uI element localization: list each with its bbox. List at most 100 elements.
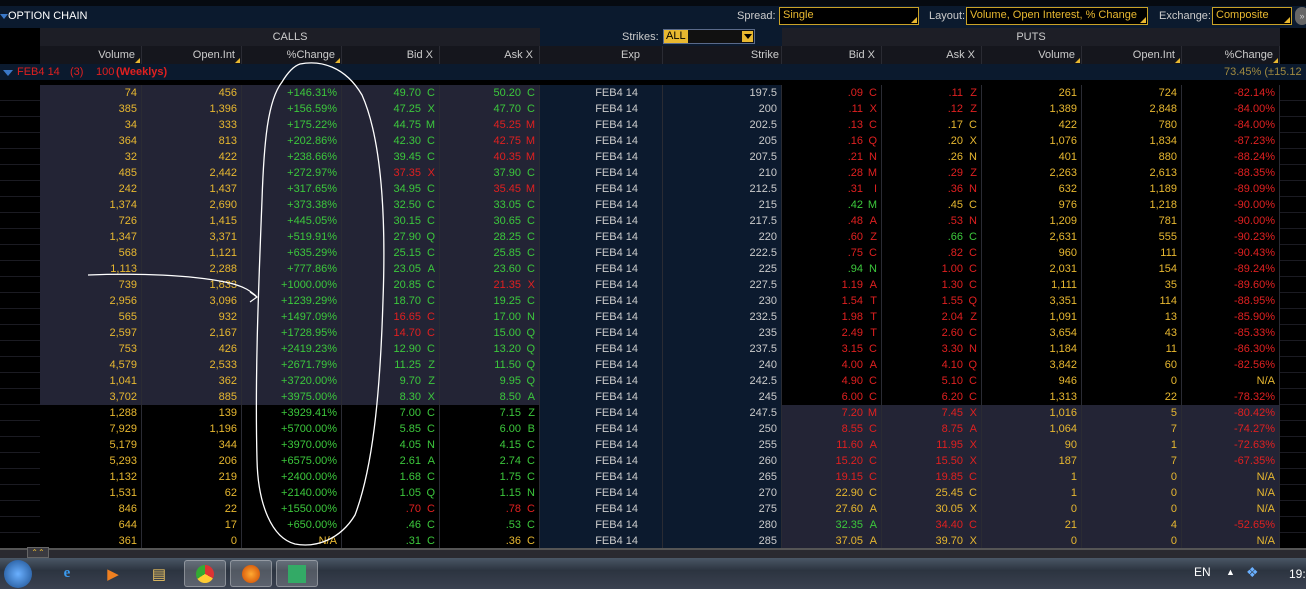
call-change-cell[interactable]: +156.59% [242,101,342,117]
chrome-icon[interactable] [184,560,226,587]
strike-cell[interactable]: 255 [663,437,782,453]
put-change-cell[interactable]: -89.09% [1182,181,1280,197]
put-change-cell[interactable]: -89.24% [1182,261,1280,277]
put-change-cell[interactable]: -52.65% [1182,517,1280,533]
expiry-cell[interactable]: FEB4 14 [540,373,663,389]
call-open-int-cell[interactable]: 362 [142,373,242,389]
call-open-int-cell[interactable]: 62 [142,485,242,501]
call-volume-cell[interactable]: 1,041 [40,373,142,389]
call-change-cell[interactable]: +445.05% [242,213,342,229]
call-open-int-cell[interactable]: 2,167 [142,325,242,341]
strike-cell[interactable]: 247.5 [663,405,782,421]
call-change-cell[interactable]: +175.22% [242,117,342,133]
call-volume-cell[interactable]: 2,956 [40,293,142,309]
expiry-cell[interactable]: FEB4 14 [540,85,663,101]
put-open-int-cell[interactable]: 13 [1082,309,1182,325]
call-ask-cell[interactable]: 1.75 C [440,469,540,485]
strike-cell[interactable]: 250 [663,421,782,437]
put-ask-cell[interactable]: .20 X [882,133,982,149]
call-open-int-cell[interactable]: 2,533 [142,357,242,373]
call-open-int-cell[interactable]: 1,437 [142,181,242,197]
call-volume-cell[interactable]: 3,702 [40,389,142,405]
put-change-cell[interactable]: -85.90% [1182,309,1280,325]
call-bid-cell[interactable]: 37.35 X [342,165,440,181]
put-volume-cell[interactable]: 1,209 [982,213,1082,229]
table-row[interactable]: 644 17 +650.00% .46 C .53 C FEB4 14 280 32.35 A 34.… [0,517,1306,533]
call-change-cell[interactable]: +1497.09% [242,309,342,325]
put-volume-cell[interactable]: 21 [982,517,1082,533]
put-open-int-cell[interactable]: 11 [1082,341,1182,357]
call-ask-cell[interactable]: .53 C [440,517,540,533]
put-bid-cell[interactable]: 1.98 T [782,309,882,325]
internet-explorer-icon[interactable]: e [46,560,88,587]
call-change-cell[interactable]: +2140.00% [242,485,342,501]
call-bid-cell[interactable]: 23.05 A [342,261,440,277]
call-ask-cell[interactable]: 50.20 C [440,85,540,101]
put-volume-cell[interactable]: 1,184 [982,341,1082,357]
call-bid-cell[interactable]: 9.70 Z [342,373,440,389]
put-change-cell[interactable]: -80.42% [1182,405,1280,421]
table-row[interactable]: 5,179 344 +3970.00% 4.05 N 4.15 C FEB4 14 255 11.… [0,437,1306,453]
expiry-group-row[interactable]: FEB4 14 (3) 100 (Weeklys) 73.45% (±15.12 [0,64,1306,80]
call-ask-cell[interactable]: 19.25 C [440,293,540,309]
call-volume-cell[interactable]: 364 [40,133,142,149]
call-bid-cell[interactable]: 49.70 C [342,85,440,101]
call-change-cell[interactable]: +3720.00% [242,373,342,389]
put-volume-cell[interactable]: 1,064 [982,421,1082,437]
put-open-int-cell[interactable]: 781 [1082,213,1182,229]
put-change-cell[interactable]: -72.63% [1182,437,1280,453]
put-change-cell[interactable]: N/A [1182,501,1280,517]
put-ask-cell[interactable]: .26 N [882,149,982,165]
call-volume-cell[interactable]: 568 [40,245,142,261]
call-change-cell[interactable]: +2400.00% [242,469,342,485]
put-open-int-cell[interactable]: 1,834 [1082,133,1182,149]
layout-dropdown[interactable]: Volume, Open Interest, % Change [966,7,1148,25]
table-row[interactable]: 3,702 885 +3975.00% 8.30 X 8.50 A FEB4 14 245 6.0… [0,389,1306,405]
strike-cell[interactable]: 230 [663,293,782,309]
call-bid-cell[interactable]: 8.30 X [342,389,440,405]
call-change-cell[interactable]: +2419.23% [242,341,342,357]
table-row[interactable]: 568 1,121 +635.29% 25.15 C 25.85 C FEB4 14 222.5… [0,245,1306,261]
table-row[interactable]: 242 1,437 +317.65% 34.95 C 35.45 M FEB4 14 212.5… [0,181,1306,197]
call-open-int-cell[interactable]: 932 [142,309,242,325]
expiry-cell[interactable]: FEB4 14 [540,101,663,117]
put-ask-cell[interactable]: 7.45 X [882,405,982,421]
col-exp[interactable]: Exp [540,46,663,64]
strike-cell[interactable]: 197.5 [663,85,782,101]
put-ask-cell[interactable]: 5.10 C [882,373,982,389]
call-open-int-cell[interactable]: 344 [142,437,242,453]
put-change-cell[interactable]: -90.00% [1182,213,1280,229]
expiry-cell[interactable]: FEB4 14 [540,277,663,293]
put-ask-cell[interactable]: 11.95 X [882,437,982,453]
put-ask-cell[interactable]: 19.85 C [882,469,982,485]
strike-cell[interactable]: 207.5 [663,149,782,165]
call-open-int-cell[interactable]: 1,196 [142,421,242,437]
put-volume-cell[interactable]: 3,654 [982,325,1082,341]
table-row[interactable]: 485 2,442 +272.97% 37.35 X 37.90 C FEB4 14 210.2… [0,165,1306,181]
table-row[interactable]: 7,929 1,196 +5700.00% 5.85 C 6.00 B FEB4 14 250 8… [0,421,1306,437]
expiry-cell[interactable]: FEB4 14 [540,293,663,309]
put-volume-cell[interactable]: 90 [982,437,1082,453]
col-put-bid[interactable]: Bid X [782,46,882,64]
table-row[interactable]: 1,132 219 +2400.00% 1.68 C 1.75 C FEB4 14 265 19.… [0,469,1306,485]
expiry-cell[interactable]: FEB4 14 [540,197,663,213]
call-ask-cell[interactable]: 28.25 C [440,229,540,245]
strike-cell[interactable]: 217.5 [663,213,782,229]
strike-cell[interactable]: 275 [663,501,782,517]
call-ask-cell[interactable]: 40.35 M [440,149,540,165]
exchange-dropdown[interactable]: Composite [1212,7,1292,25]
col-call-ask[interactable]: Ask X [440,46,540,64]
strike-cell[interactable]: 235 [663,325,782,341]
put-change-cell[interactable]: -84.00% [1182,101,1280,117]
put-bid-cell[interactable]: 32.35 A [782,517,882,533]
put-volume-cell[interactable]: 1 [982,469,1082,485]
call-ask-cell[interactable]: 21.35 X [440,277,540,293]
put-bid-cell[interactable]: .48 A [782,213,882,229]
put-change-cell[interactable]: -74.27% [1182,421,1280,437]
put-volume-cell[interactable]: 1,111 [982,277,1082,293]
expiry-cell[interactable]: FEB4 14 [540,533,663,549]
call-change-cell[interactable]: N/A [242,533,342,549]
call-ask-cell[interactable]: 42.75 M [440,133,540,149]
call-volume-cell[interactable]: 1,531 [40,485,142,501]
put-bid-cell[interactable]: .28 M [782,165,882,181]
